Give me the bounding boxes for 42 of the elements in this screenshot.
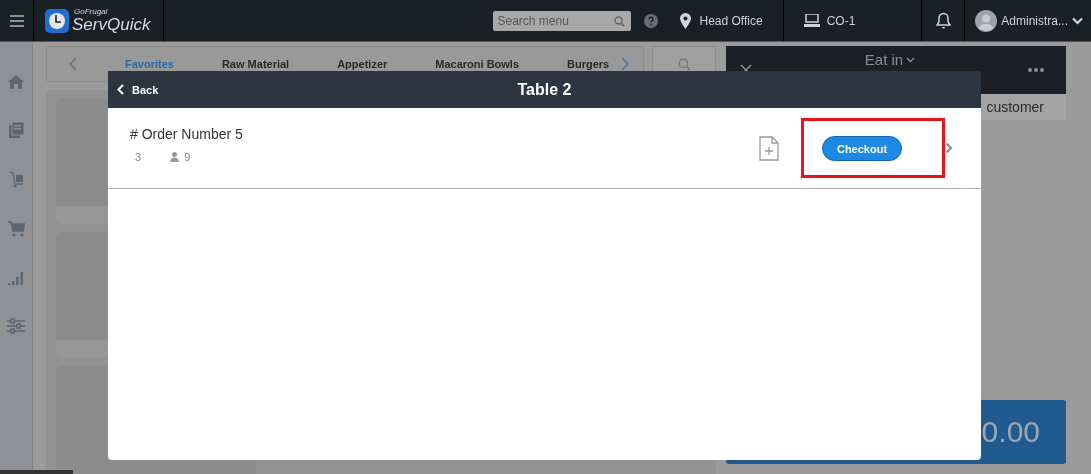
- help-icon[interactable]: [644, 13, 659, 28]
- menu-icon[interactable]: [9, 14, 24, 27]
- chevron-right-icon[interactable]: [621, 57, 629, 71]
- category-tab[interactable]: Appetizer: [337, 58, 388, 70]
- category-tab[interactable]: Burgers: [567, 58, 610, 70]
- order-title: # Order Number 5: [130, 125, 244, 142]
- documents-icon[interactable]: [8, 122, 24, 138]
- sliders-icon[interactable]: [7, 318, 25, 334]
- chevron-left-icon: [117, 84, 124, 95]
- search-icon: [677, 57, 691, 71]
- add-document-icon[interactable]: [759, 135, 779, 161]
- person-icon: [170, 151, 180, 162]
- back-button[interactable]: Back: [108, 71, 159, 108]
- item-count: 3: [135, 150, 142, 163]
- counter-label[interactable]: CO-1: [826, 13, 856, 28]
- bar-chart-icon[interactable]: [7, 270, 25, 285]
- order-mode[interactable]: Eat in: [864, 51, 916, 68]
- chevron-right-icon[interactable]: [945, 142, 953, 154]
- search-field[interactable]: Search menu: [493, 10, 632, 31]
- category-tab[interactable]: Raw Material: [221, 58, 290, 70]
- home-icon[interactable]: [8, 75, 24, 89]
- guest-count: 9: [184, 150, 191, 163]
- bell-icon[interactable]: [935, 12, 951, 29]
- chevron-left-icon[interactable]: [69, 57, 77, 71]
- brand-name: ServQuick: [72, 16, 151, 33]
- order-row[interactable]: # Order Number 5 3 9 Checkout: [108, 108, 981, 189]
- hand-truck-icon[interactable]: [8, 171, 24, 188]
- computer-icon: [803, 14, 820, 27]
- location-label[interactable]: Head Office: [699, 13, 763, 28]
- checkout-button[interactable]: Checkout: [822, 136, 902, 161]
- cart-icon[interactable]: [7, 221, 25, 237]
- search-icon: [614, 15, 626, 27]
- user-name[interactable]: Administra...: [1001, 13, 1068, 28]
- category-tab[interactable]: Macaroni Bowls: [435, 58, 520, 70]
- location-pin-icon: [680, 12, 692, 29]
- more-icon[interactable]: [1028, 68, 1044, 72]
- brand-tagline: GoFrugal: [74, 8, 109, 16]
- dialog-title: Table 2: [517, 80, 572, 99]
- avatar-icon: [975, 9, 998, 32]
- chevron-down-icon: [906, 56, 916, 63]
- clock-logo-icon: [45, 8, 69, 33]
- chevron-down-icon[interactable]: [1072, 16, 1083, 25]
